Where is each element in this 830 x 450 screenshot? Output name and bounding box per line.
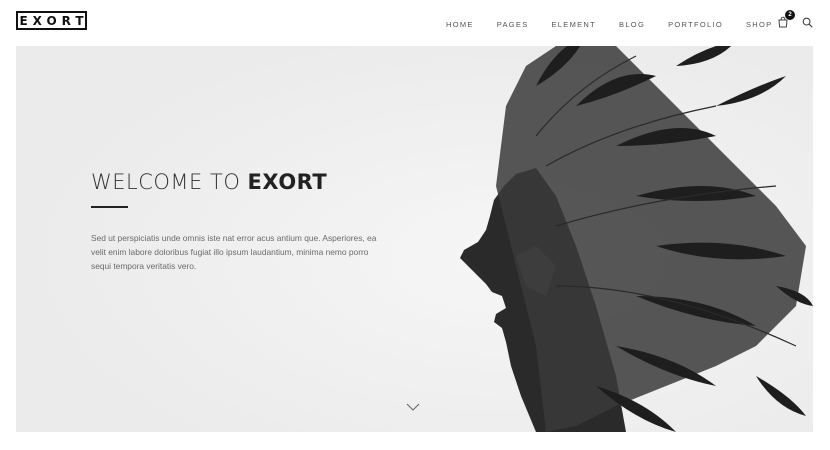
search-icon[interactable]	[802, 17, 813, 28]
logo[interactable]: EXORT	[16, 11, 87, 30]
title-divider	[91, 206, 128, 208]
hero-title: WELCOME TO EXORT	[91, 170, 327, 194]
nav-item-portfolio[interactable]: PORTFOLIO	[668, 20, 723, 29]
main-nav: HOME PAGES ELEMENT BLOG PORTFOLIO SHOP	[446, 18, 795, 30]
nav-item-element[interactable]: ELEMENT	[552, 20, 597, 29]
hero-description: Sed ut perspiciatis unde omnis iste nat …	[91, 233, 377, 271]
chevron-down-icon[interactable]	[406, 402, 420, 412]
cart-count-badge: 2	[785, 10, 795, 20]
hero-title-light: WELCOME TO	[91, 170, 248, 194]
site-header: EXORT HOME PAGES ELEMENT BLOG PORTFOLIO …	[0, 0, 830, 46]
nav-item-shop[interactable]: SHOP	[746, 20, 772, 29]
hero-title-bold: EXORT	[247, 170, 328, 194]
hero-section: WELCOME TO EXORT Sed ut perspiciatis und…	[16, 46, 813, 432]
nav-item-home[interactable]: HOME	[446, 20, 474, 29]
nav-item-pages[interactable]: PAGES	[497, 20, 529, 29]
nav-item-blog[interactable]: BLOG	[619, 20, 645, 29]
